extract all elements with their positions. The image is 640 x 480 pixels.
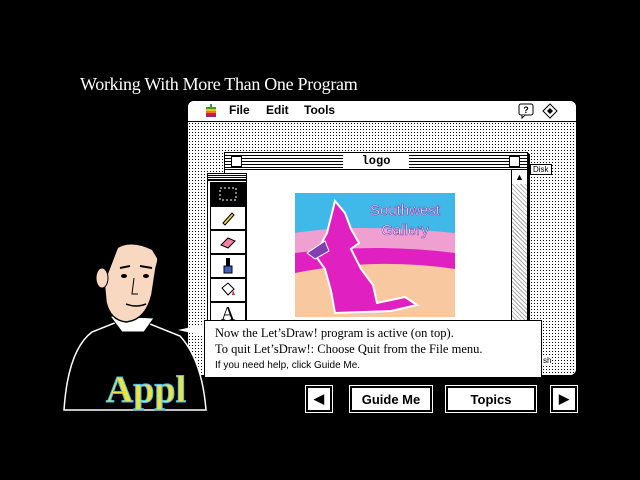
selection-rectangle-icon[interactable]: [210, 182, 246, 206]
help-hint: If you need help, click Guide Me.: [215, 360, 361, 371]
help-icon[interactable]: ?: [518, 103, 534, 124]
menu-file[interactable]: File: [229, 103, 250, 117]
shirt-logo-text: Appl: [106, 369, 186, 411]
lesson-title: Working With More Than One Program: [80, 74, 358, 94]
menu-edit[interactable]: Edit: [266, 103, 289, 117]
svg-text:?: ?: [523, 105, 529, 115]
guide-character: Appl: [62, 220, 222, 412]
apple-icon[interactable]: [204, 104, 218, 123]
speech-pointer: [178, 324, 205, 336]
instruction-line-1: Now the Let’sDraw! program is active (on…: [215, 326, 454, 340]
palette-drag-bar[interactable]: [208, 174, 246, 181]
instruction-line-2: To quit Let’sDraw!: Choose Quit from the…: [215, 342, 483, 356]
menu-tools[interactable]: Tools: [304, 103, 335, 117]
application-icon[interactable]: [541, 103, 559, 124]
close-box-icon[interactable]: [231, 156, 242, 167]
logo-text-southwest: Southwest: [370, 202, 441, 219]
logo-text-gallery: Gallery: [381, 222, 429, 239]
southwest-gallery-logo: Southwest Gallery: [295, 193, 455, 317]
scroll-up-arrow-icon[interactable]: ▲: [512, 170, 527, 184]
window-title: logo: [343, 153, 409, 169]
guide-me-button[interactable]: Guide Me: [350, 386, 432, 412]
disk-icon-label[interactable]: Disk: [530, 164, 552, 175]
back-button[interactable]: ◀: [306, 386, 332, 412]
topics-button[interactable]: Topics: [446, 386, 536, 412]
window-title-bar[interactable]: logo: [225, 153, 527, 170]
trash-label: sh: [542, 356, 553, 365]
speech-bubble: Now the Let’sDraw! program is active (on…: [204, 320, 542, 378]
menu-bar: File Edit Tools ?: [188, 101, 576, 122]
zoom-box-icon[interactable]: [509, 156, 520, 167]
forward-button[interactable]: ▶: [551, 386, 577, 412]
